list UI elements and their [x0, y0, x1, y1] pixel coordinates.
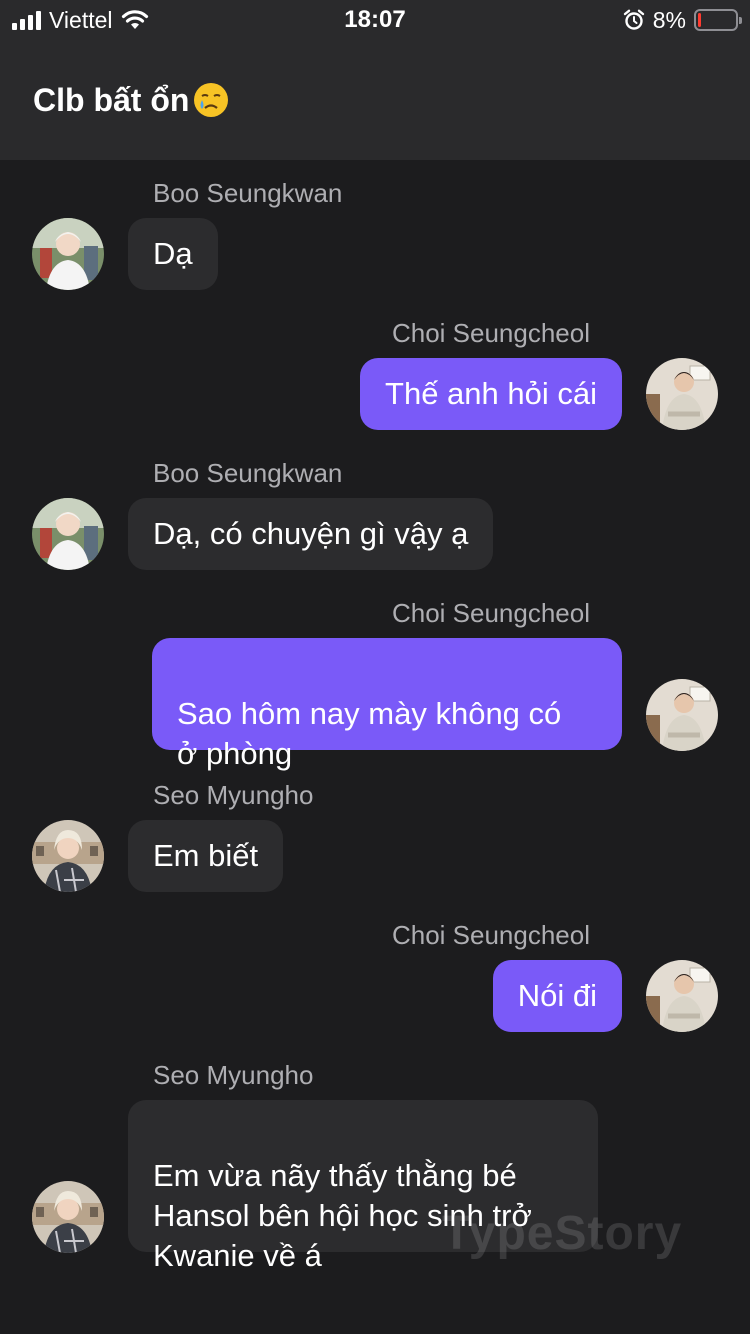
avatar-choi-seungcheol[interactable]: [646, 679, 718, 751]
avatar-boo-seungkwan[interactable]: [32, 498, 104, 570]
battery-fill: [698, 13, 701, 27]
message-text: Sao hôm nay mày không có ở phòng: [177, 696, 562, 771]
message-bubble-outgoing[interactable]: Nói đi: [492, 960, 622, 1032]
message-bubble-outgoing[interactable]: Thế anh hỏi cái: [360, 358, 622, 430]
message-bubble-incoming[interactable]: Dạ: [128, 218, 218, 290]
chat-title: Clb bất ổn: [33, 81, 190, 118]
sender-name: Boo Seungkwan: [153, 458, 343, 488]
chat-header: Clb bất ổn: [0, 40, 750, 160]
status-bar: Viettel 18:07 8%: [0, 0, 750, 40]
avatar-seo-myungho[interactable]: [32, 1181, 104, 1253]
sender-name: Boo Seungkwan: [153, 178, 343, 208]
battery-icon: [694, 9, 742, 31]
avatar-choi-seungcheol[interactable]: [646, 960, 718, 1032]
message-bubble-incoming[interactable]: Em biết: [128, 820, 284, 892]
message-text: Dạ: [153, 236, 193, 271]
avatar-boo-seungkwan[interactable]: [32, 218, 104, 290]
message-text: Thế anh hỏi cái: [385, 376, 597, 411]
chat-title-row: Clb bất ổn: [33, 81, 230, 119]
message-text: Em biết: [153, 838, 259, 873]
sender-name: Choi Seungcheol: [391, 318, 590, 348]
status-right: 8%: [623, 6, 742, 34]
avatar-seo-myungho[interactable]: [32, 820, 104, 892]
message-text: Dạ, có chuyện gì vậy ạ: [153, 516, 469, 551]
sender-name: Seo Myungho: [153, 1060, 314, 1090]
sender-name: Choi Seungcheol: [391, 598, 590, 628]
message-bubble-incoming[interactable]: Dạ, có chuyện gì vậy ạ: [128, 498, 494, 570]
alarm-icon: [623, 9, 644, 30]
battery-percentage: 8%: [652, 6, 686, 33]
crying-face-icon: [194, 83, 229, 117]
watermark: TypeStory: [442, 1207, 683, 1260]
avatar-choi-seungcheol[interactable]: [646, 358, 718, 430]
message-bubble-outgoing[interactable]: Sao hôm nay mày không có ở phòng: [152, 638, 622, 771]
sender-name: Choi Seungcheol: [391, 920, 590, 950]
sender-name: Seo Myungho: [153, 780, 314, 810]
message-text: Nói đi: [517, 978, 597, 1013]
